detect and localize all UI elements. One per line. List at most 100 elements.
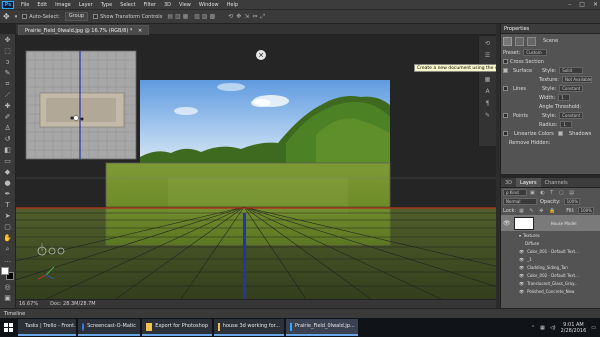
3d-mode-icons[interactable]: ⟲✥⇲⇔⤢ — [228, 13, 268, 21]
visibility-eye-icon[interactable]: 👁 — [503, 220, 511, 227]
texture-row[interactable]: 👁 _1 — [501, 255, 600, 263]
timeline-tab[interactable]: Timeline — [4, 311, 25, 317]
show-transform-checkbox[interactable]: Show Transform Controls — [93, 13, 162, 20]
minimize-icon[interactable]: – — [568, 1, 571, 8]
layer-name[interactable]: House Model — [551, 221, 577, 226]
menu-3d[interactable]: 3D — [160, 2, 175, 8]
zoom-level[interactable]: 16.67% — [19, 300, 38, 308]
maximize-icon[interactable]: □ — [579, 1, 585, 8]
scene-icon[interactable] — [503, 36, 512, 46]
move-tool-icon[interactable]: ✥ — [3, 12, 10, 21]
marquee-icon[interactable]: ⬚ — [2, 47, 14, 56]
visibility-eye-icon[interactable]: 👁 — [519, 273, 524, 278]
layer-row-house-model[interactable]: 👁 House Model — [501, 215, 600, 231]
surface-style-dropdown[interactable]: Solid — [559, 67, 584, 74]
tab-3d[interactable]: 3D — [501, 178, 516, 187]
quick-select-icon[interactable]: ✎ — [2, 69, 14, 78]
gradient-icon[interactable]: ▭ — [2, 157, 14, 166]
close-secondary-view-icon[interactable]: ✕ — [256, 50, 266, 60]
lines-checkbox[interactable] — [503, 85, 510, 92]
auto-select-checkbox[interactable]: Auto-Select: — [22, 13, 60, 20]
eyedropper-icon[interactable]: ⟋ — [2, 91, 14, 100]
hand-icon[interactable]: ✋ — [2, 234, 14, 243]
taskbar-app-trello[interactable]: Tasks | Trello - Front... — [18, 319, 76, 336]
windows-start-icon[interactable] — [0, 318, 16, 337]
auto-select-dropdown[interactable]: Group — [64, 12, 89, 21]
screen-mode-icon[interactable]: ▣ — [2, 294, 14, 303]
menu-view[interactable]: View — [175, 2, 195, 8]
brush-presets-icon[interactable]: ✎ — [483, 112, 493, 120]
visibility-eye-icon[interactable]: 👁 — [519, 281, 524, 286]
surface-checkbox[interactable] — [503, 67, 510, 74]
menu-layer[interactable]: Layer — [75, 2, 97, 8]
blend-mode-dropdown[interactable]: Normal — [503, 198, 537, 205]
type-icon[interactable]: T — [2, 201, 14, 210]
canvas-3d-scene[interactable]: ✕ — [16, 35, 496, 299]
tab-layers[interactable]: Layers — [516, 178, 541, 187]
menu-window[interactable]: Window — [195, 2, 223, 8]
paragraph-icon[interactable]: ¶ — [483, 100, 493, 108]
clone-stamp-icon[interactable]: ♙ — [2, 124, 14, 133]
shadows-checkbox[interactable] — [558, 130, 565, 137]
brush-icon[interactable]: ✐ — [2, 113, 14, 122]
path-select-icon[interactable]: ➤ — [2, 212, 14, 221]
radius-input[interactable]: 1 — [560, 121, 573, 128]
menu-type[interactable]: Type — [97, 2, 116, 8]
fill-input[interactable]: 100% — [577, 207, 594, 214]
clock[interactable]: 9:01 AM 2/28/2016 — [561, 322, 587, 334]
align-icons[interactable]: ▤▥▦ ▧▨▩ — [167, 13, 217, 20]
kind-filter-dropdown[interactable]: ρ Kind — [503, 189, 527, 196]
width-input[interactable]: 1 — [558, 94, 571, 101]
visibility-eye-icon[interactable]: 👁 — [519, 249, 524, 254]
shape-icon[interactable]: ▢ — [2, 223, 14, 232]
menu-image[interactable]: Image — [51, 2, 75, 8]
taskbar-app-folder-house[interactable]: house 3d working for... — [214, 319, 284, 336]
texture-row[interactable]: 👁 Polished_Concrete_New — [501, 287, 600, 295]
taskbar-app-folder-export[interactable]: Export for Photoshop — [142, 319, 212, 336]
filter-icons[interactable]: ▣ ◐ T ▢ ▤ — [530, 190, 576, 196]
quick-mask-icon[interactable]: ◎ — [2, 283, 14, 292]
tray-chevron-icon[interactable]: ⌃ — [531, 325, 535, 331]
history-brush-icon[interactable]: ↺ — [2, 135, 14, 144]
move-icon[interactable]: ✥ — [2, 36, 14, 45]
lock-icons[interactable]: ▦ ✎ ✥ 🔒 — [519, 208, 557, 214]
camera-icon[interactable] — [527, 36, 536, 46]
history-icon[interactable]: ⟲ — [483, 40, 493, 48]
properties-tab[interactable]: Properties — [501, 24, 600, 34]
menu-select[interactable]: Select — [116, 2, 139, 8]
texture-row[interactable]: 👁 Translucent_Glass_Gray... — [501, 279, 600, 287]
visibility-eye-icon[interactable]: 👁 — [519, 289, 524, 294]
texture-row[interactable]: 👁 Color_001 - Default Text... — [501, 247, 600, 255]
eraser-icon[interactable]: ◧ — [2, 146, 14, 155]
character-icon[interactable]: A — [483, 88, 493, 96]
healing-icon[interactable]: ✚ — [2, 102, 14, 111]
network-icon[interactable]: ▦ — [540, 325, 545, 331]
zoom-icon[interactable]: ⌕ — [2, 245, 14, 254]
taskbar-app-photoshop[interactable]: Prairie_Field_0lwald.jp... — [286, 319, 358, 336]
swatches-icon[interactable]: ▦ — [483, 76, 493, 84]
layer-row-textures[interactable]: ▾ Textures — [501, 231, 600, 239]
menu-file[interactable]: File — [17, 2, 33, 8]
volume-icon[interactable]: ◁) — [550, 325, 556, 331]
opacity-input[interactable]: 100% — [563, 198, 580, 205]
properties-icon[interactable]: ☰ — [483, 52, 493, 60]
lasso-icon[interactable]: ↄ — [2, 58, 14, 67]
cross-section-checkbox[interactable] — [503, 58, 510, 65]
dodge-icon[interactable]: ● — [2, 179, 14, 188]
document-tab[interactable]: Prairie_Field_0lwald.jpg @ 16.7% (RGB/8)… — [18, 25, 150, 35]
lines-style-dropdown[interactable]: Constant — [559, 85, 584, 92]
canvas-area[interactable]: ✕ — [16, 35, 496, 299]
tool-preset-dropdown[interactable]: ▾ — [15, 14, 18, 20]
menu-filter[interactable]: Filter — [140, 2, 160, 8]
mesh-icon[interactable] — [515, 36, 524, 46]
tab-channels[interactable]: Channels — [541, 178, 572, 187]
more-tools-icon[interactable]: … — [2, 256, 14, 265]
pen-icon[interactable]: ✒ — [2, 190, 14, 199]
color-swatches[interactable] — [0, 267, 15, 281]
crop-icon[interactable]: ⌗ — [2, 80, 14, 89]
points-style-dropdown[interactable]: Constant — [559, 112, 584, 119]
close-window-icon[interactable]: ✕ — [593, 1, 598, 8]
preset-dropdown[interactable]: Custom — [523, 49, 548, 56]
menu-help[interactable]: Help — [223, 2, 242, 8]
visibility-eye-icon[interactable]: 👁 — [519, 257, 524, 262]
